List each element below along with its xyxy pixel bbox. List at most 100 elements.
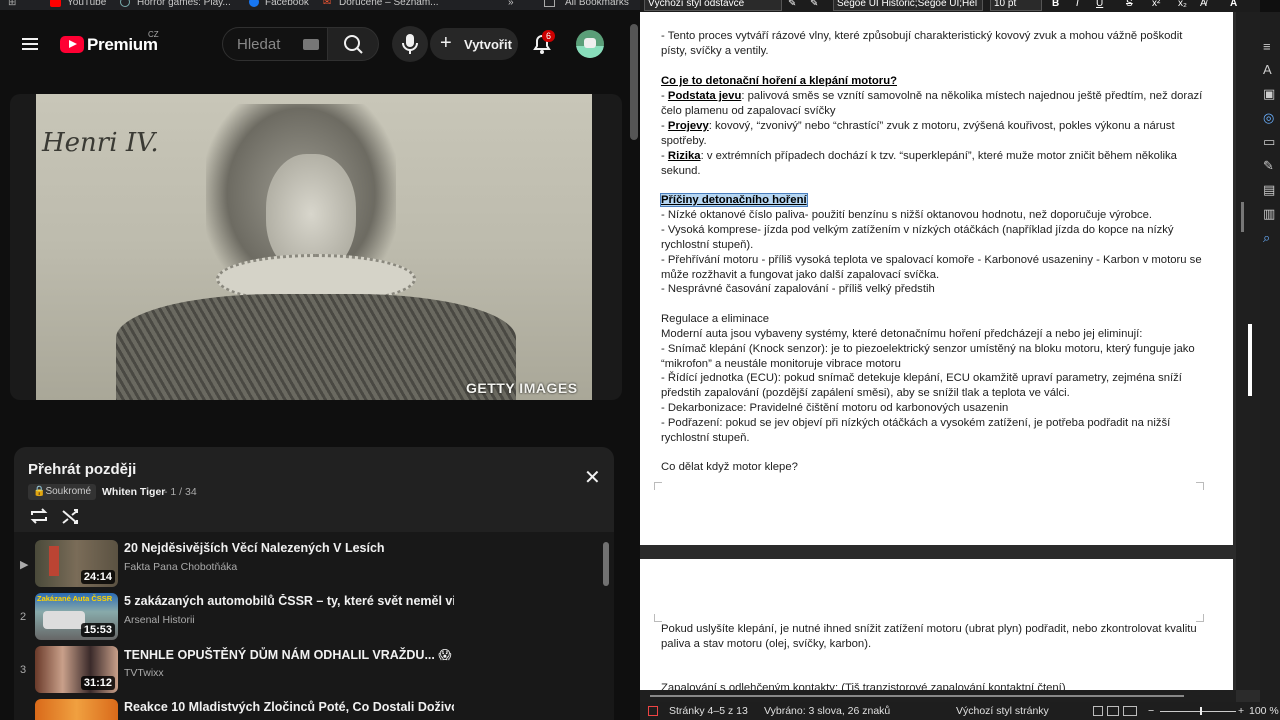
facebook-icon (249, 0, 259, 7)
apps-icon[interactable]: ⊞ (8, 0, 16, 9)
save-state-icon[interactable] (648, 706, 658, 716)
notifications-button[interactable]: 6 (530, 30, 556, 61)
single-page-view-icon[interactable] (1093, 706, 1103, 716)
page-count[interactable]: Stránky 4–5 z 13 (669, 705, 748, 717)
bullet-text: : kovový, “zvonivý” nebo “chrastící” zvu… (661, 120, 1175, 147)
paragraph[interactable]: - Nízké oktanové číslo paliva- použití b… (661, 208, 1206, 223)
heading[interactable]: Příčiny detonačního hoření (660, 193, 1206, 208)
list-item[interactable]: 2 Zakázané Auta ČSSR 15:53 5 zakázaných … (14, 593, 614, 643)
video-thumbnail[interactable] (35, 699, 118, 720)
clear-format-icon[interactable]: A̸ (1200, 0, 1207, 9)
create-button[interactable]: + Vytvořit (430, 28, 518, 60)
word-count[interactable]: Vybráno: 3 slova, 26 znaků (764, 705, 890, 717)
book-view-icon[interactable] (1123, 706, 1137, 716)
search-input[interactable]: Hledat (222, 27, 328, 61)
underline-icon[interactable]: U (1096, 0, 1103, 9)
gallery-icon[interactable]: ▣ (1263, 86, 1275, 102)
close-icon[interactable]: ✕ (584, 465, 601, 490)
strikethrough-icon[interactable]: S (1126, 0, 1133, 9)
video-title[interactable]: TENHLE OPUŠTĚNÝ DŮM NÁM ODHALIL VRAŽDU..… (124, 647, 454, 663)
list-item[interactable]: 3 31:12 TENHLE OPUŠTĚNÝ DŮM NÁM ODHALIL … (14, 646, 614, 696)
page-icon[interactable]: ▭ (1263, 134, 1275, 150)
paragraph-style-box[interactable]: Výchozí styl odstavce (644, 0, 782, 11)
find-icon[interactable]: ⌕ (1263, 230, 1270, 246)
new-style-icon[interactable]: ✎ (810, 0, 818, 9)
heading[interactable]: Co je to detonační hoření a klepání moto… (661, 74, 1206, 89)
font-name-box[interactable]: Segoe UI Historic;Segoe UI;Hel (833, 0, 983, 11)
video-thumbnail[interactable]: 24:14 (35, 540, 118, 587)
voice-search-button[interactable] (392, 26, 428, 62)
navigator-icon[interactable]: ◎ (1263, 110, 1274, 126)
zoom-in-icon[interactable]: + (1238, 705, 1244, 717)
paragraph[interactable]: - Podřazení: pokud se jev objeví při níz… (661, 416, 1206, 446)
browser-scrollbar[interactable] (630, 24, 638, 140)
properties-icon[interactable]: ≡ (1263, 39, 1271, 54)
youtube-logo-icon[interactable] (60, 36, 84, 53)
scroll-thumb[interactable] (1241, 202, 1244, 232)
bookmarks-more[interactable]: » (508, 0, 514, 9)
font-color-icon[interactable]: A (1230, 0, 1237, 9)
zoom-out-icon[interactable]: − (1148, 705, 1154, 717)
video-title[interactable]: Reakce 10 Mladistvých Zločinců Poté, Co … (124, 700, 454, 714)
multi-page-view-icon[interactable] (1107, 706, 1119, 716)
paragraph[interactable]: Moderní auta jsou vybaveny systémy, kter… (661, 327, 1206, 342)
avatar[interactable] (576, 30, 604, 58)
zoom-level[interactable]: 100 % (1249, 705, 1279, 717)
paragraph[interactable]: - Nesprávné časování zapalování - příliš… (661, 282, 1206, 297)
document-page[interactable]: Pokud uslyšíte klepání, je nutné ihned s… (640, 559, 1233, 702)
styles-icon[interactable]: A (1263, 62, 1272, 77)
h-scroll-thumb[interactable] (650, 695, 1184, 697)
paragraph[interactable]: Pokud uslyšíte klepání, je nutné ihned s… (661, 622, 1206, 652)
bullet-paragraph[interactable]: - Podstata jevu: palivová směs se vznítí… (661, 89, 1206, 119)
paragraph[interactable]: Regulace a eliminace (661, 312, 1206, 327)
page-style[interactable]: Výchozí styl stránky (956, 705, 1049, 717)
list-item[interactable]: Reakce 10 Mladistvých Zločinců Poté, Co … (14, 699, 614, 720)
bold-icon[interactable]: B (1052, 0, 1059, 9)
zoom-slider[interactable] (1160, 711, 1236, 712)
list-item[interactable]: ▶ 24:14 20 Nejděsivějších Věcí Nalezenýc… (14, 540, 614, 590)
paragraph[interactable]: - Vysoká komprese- jízda pod velkým zatí… (661, 223, 1206, 253)
subscript-icon[interactable]: x₂ (1178, 0, 1187, 9)
video-thumbnail[interactable]: Zakázané Auta ČSSR 15:53 (35, 593, 118, 640)
search-button[interactable] (327, 27, 379, 61)
paragraph[interactable]: - Řídící jednotka (ECU): pokud snímač de… (661, 371, 1206, 401)
video-title[interactable]: 5 zakázaných automobilů ČSSR – ty, které… (124, 594, 454, 608)
bullet-paragraph[interactable]: - Projevy: kovový, “zvonivý” nebo “chras… (661, 119, 1206, 149)
paragraph[interactable]: - Dekarbonizace: Pravidelné čištění moto… (661, 401, 1206, 416)
channel-name[interactable]: Arsenal Historii (124, 614, 195, 626)
horizontal-scrollbar[interactable] (640, 690, 1236, 702)
keyboard-icon[interactable] (303, 39, 319, 50)
channel-name[interactable]: TVTwixx (124, 667, 164, 679)
video-title[interactable]: 20 Nejděsivějších Věcí Nalezených V Lesí… (124, 541, 454, 555)
paragraph[interactable]: - Přehřívání motoru - příliš vysoká tepl… (661, 253, 1206, 283)
superscript-icon[interactable]: x² (1152, 0, 1160, 9)
italic-icon[interactable]: I (1076, 0, 1079, 9)
bookmark-youtube[interactable]: YouTube (67, 0, 106, 9)
paragraph[interactable]: - Tento proces vytváří rázové vlny, kter… (661, 29, 1206, 59)
video-thumbnail[interactable]: 31:12 (35, 646, 118, 693)
bookmark-facebook[interactable]: Facebook (265, 0, 309, 9)
paragraph[interactable]: Co dělat když motor klepe? (661, 460, 1206, 475)
channel-name[interactable]: Fakta Pana Chobotňáka (124, 561, 237, 573)
bullet-paragraph[interactable]: - Rizika: v extrémních případech dochází… (661, 149, 1206, 179)
loop-icon[interactable] (28, 505, 50, 527)
manage-changes-icon[interactable]: ▤ (1263, 182, 1275, 198)
font-size-box[interactable]: 10 pt (990, 0, 1042, 11)
shuffle-icon[interactable] (60, 505, 82, 527)
playlist-owner[interactable]: Whiten Tiger (102, 486, 165, 498)
style-icon[interactable]: ✎ (788, 0, 796, 9)
document-page[interactable]: - Tento proces vytváří rázové vlny, kter… (640, 12, 1233, 545)
style-inspector-icon[interactable]: ✎ (1263, 158, 1274, 174)
document-canvas[interactable]: - Tento proces vytváří rázové vlny, kter… (640, 12, 1260, 702)
selected-text[interactable]: Příčiny detonačního hoření (660, 193, 808, 207)
bookmarks-bar: ⊞ YouTube Horror games: Play... Facebook… (0, 0, 640, 10)
paragraph[interactable]: - Snímač klepání (Knock senzor): je to p… (661, 342, 1206, 372)
bookmark-all[interactable]: All Bookmarks (565, 0, 629, 9)
bookmark-horror-games[interactable]: Horror games: Play... (137, 0, 231, 9)
design-icon[interactable]: ▥ (1263, 206, 1275, 222)
sidebar-toggle[interactable] (1248, 324, 1252, 396)
zoom-slider-thumb[interactable] (1200, 707, 1202, 715)
playlist-scrollbar[interactable] (603, 542, 609, 586)
bookmark-seznam[interactable]: Doručené – Seznam... (339, 0, 439, 9)
video-player[interactable]: Henri IV. GETTY IMAGES (10, 94, 622, 400)
